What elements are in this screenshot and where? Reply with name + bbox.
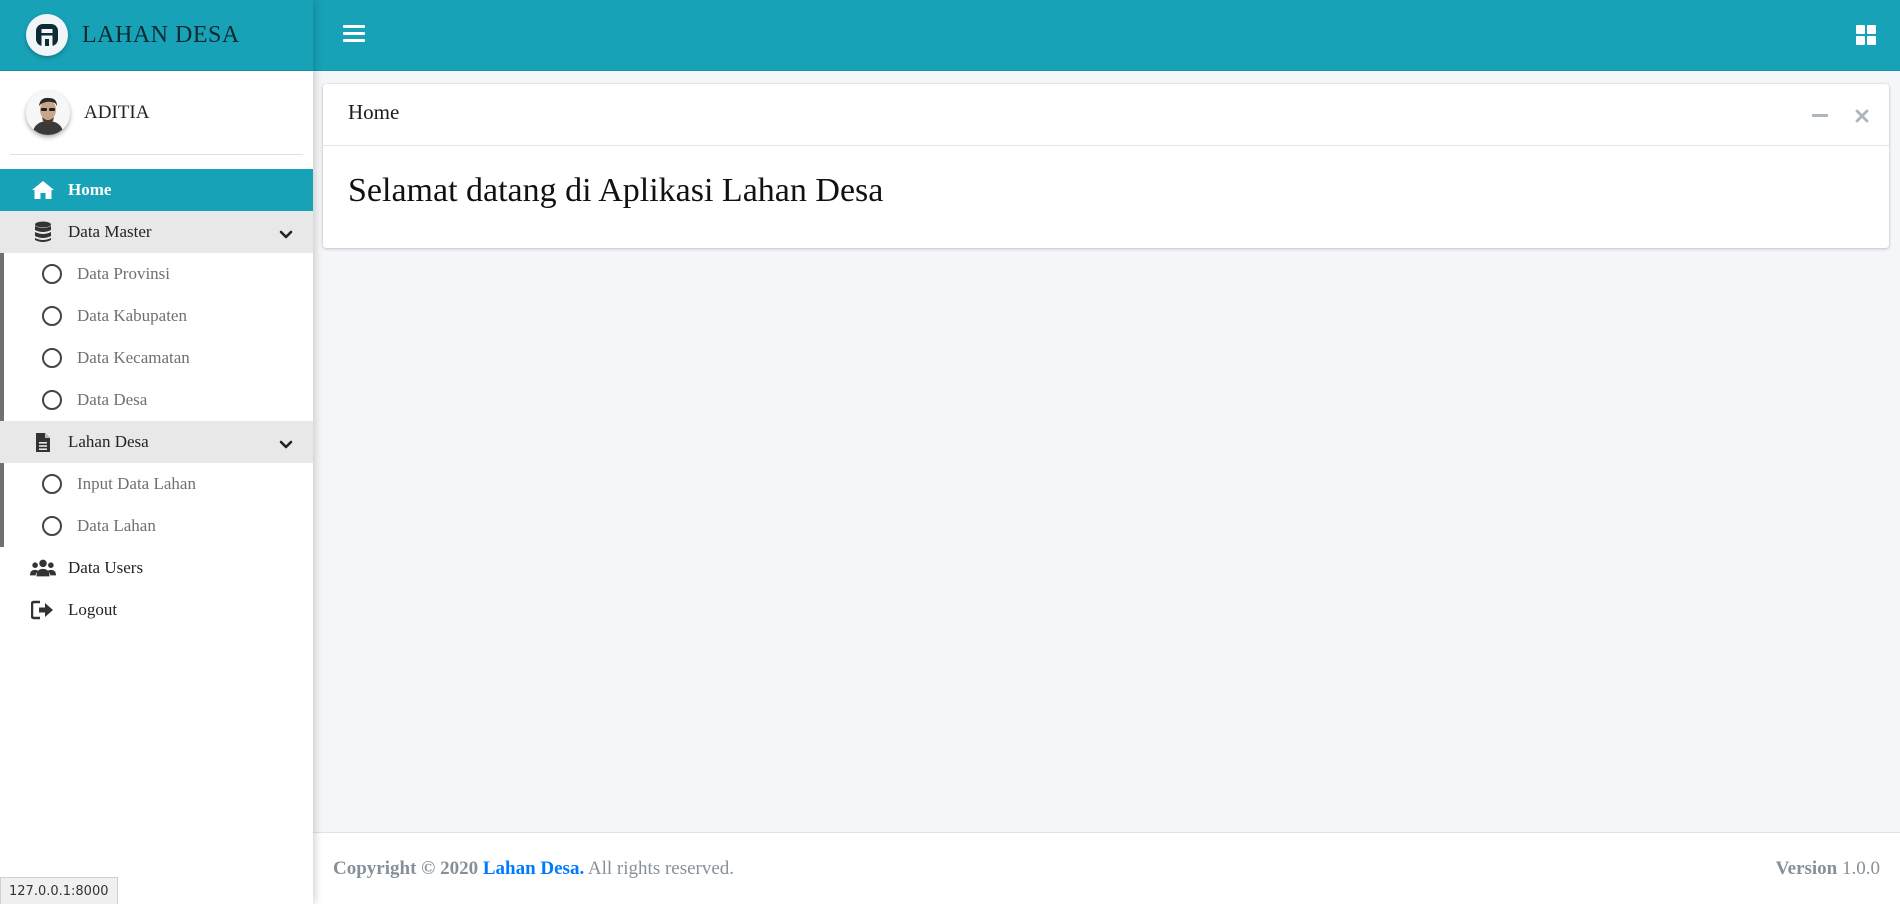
sidebar-item-data-desa[interactable]: Data Desa: [4, 379, 313, 421]
footer-copyright: Copyright © 2020 Lahan Desa. All rights …: [333, 858, 734, 880]
version-label: Version: [1775, 858, 1838, 879]
sidebar-item-label: Data Lahan: [77, 516, 156, 535]
footer-link[interactable]: Lahan Desa.: [483, 858, 584, 879]
copyright-text: Copyright © 2020: [333, 858, 479, 879]
sidebar-item-data-provinsi[interactable]: Data Provinsi: [4, 253, 313, 295]
sidebar-item-label: Data Desa: [77, 390, 148, 409]
home-icon: [30, 179, 56, 201]
sidebar-item-label: Data Kecamatan: [77, 348, 190, 367]
minus-icon[interactable]: [1809, 106, 1831, 126]
footer-suffix: All rights reserved.: [587, 858, 735, 879]
card-tools: [1789, 106, 1873, 126]
file-icon: [30, 431, 56, 453]
sidebar-item-label: Input Data Lahan: [77, 474, 196, 493]
chevron-down-icon: [279, 225, 293, 245]
version-value: 1.0.0: [1842, 858, 1880, 879]
sidebar-item-data-users[interactable]: Data Users: [0, 547, 313, 589]
welcome-heading: Selamat datang di Aplikasi Lahan Desa: [348, 172, 884, 209]
home-card: Home Selamat datang di Aplikasi Lahan De…: [323, 84, 1889, 248]
circle-icon: [42, 306, 62, 326]
sidebar-item-data-lahan[interactable]: Data Lahan: [4, 505, 313, 547]
avatar: [26, 90, 70, 135]
sidebar-item-logout[interactable]: Logout: [0, 589, 313, 631]
sidebar-item-data-master[interactable]: Data Master: [0, 211, 313, 253]
sidebar-item-lahan-desa[interactable]: Lahan Desa: [0, 421, 313, 463]
sidebar-nav: Home Data Master Data Provinsi Data Kabu…: [0, 169, 313, 631]
sidebar-item-label: Data Provinsi: [77, 264, 171, 283]
data-master-submenu: Data Provinsi Data Kabupaten Data Kecama…: [0, 253, 313, 421]
menu-toggle-icon[interactable]: [343, 25, 365, 45]
lahan-desa-submenu: Input Data Lahan Data Lahan: [0, 463, 313, 547]
brand-link[interactable]: LAHAN DESA: [0, 0, 313, 71]
brand-name: LAHAN DESA: [82, 21, 240, 48]
sidebar-item-label: Home: [68, 180, 112, 199]
sidebar-item-data-kecamatan[interactable]: Data Kecamatan: [4, 337, 313, 379]
logout-icon: [30, 599, 56, 621]
card-title: Home: [348, 100, 400, 124]
sidebar-item-label: Data Users: [68, 558, 144, 577]
user-panel[interactable]: ADITIA: [10, 71, 303, 155]
card-header: Home: [323, 84, 1889, 146]
sidebar-item-label: Lahan Desa: [68, 432, 149, 451]
footer: Copyright © 2020 Lahan Desa. All rights …: [313, 832, 1900, 904]
sidebar-item-label: Data Master: [68, 222, 152, 241]
sidebar-item-data-kabupaten[interactable]: Data Kabupaten: [4, 295, 313, 337]
sidebar-item-input-data-lahan[interactable]: Input Data Lahan: [4, 463, 313, 505]
database-icon: [30, 221, 56, 243]
circle-icon: [42, 348, 62, 368]
footer-version: Version 1.0.0: [1776, 858, 1880, 880]
circle-icon: [42, 390, 62, 410]
card-body: Selamat datang di Aplikasi Lahan Desa: [323, 146, 1889, 236]
user-name: ADITIA: [84, 101, 150, 123]
circle-icon: [42, 516, 62, 536]
sidebar-item-label: Logout: [68, 600, 118, 619]
circle-icon: [42, 264, 62, 284]
circle-icon: [42, 474, 62, 494]
sidebar: LAHAN DESA ADITIA Home Data Master Data …: [0, 0, 313, 904]
grid-icon[interactable]: [1856, 25, 1876, 45]
sidebar-item-home[interactable]: Home: [0, 169, 313, 211]
brand-logo: [26, 14, 68, 56]
top-navbar: [313, 0, 1900, 71]
browser-status-url: 127.0.0.1:8000: [0, 877, 118, 904]
users-icon: [30, 557, 56, 579]
chevron-down-icon: [279, 435, 293, 455]
close-icon[interactable]: [1851, 106, 1873, 126]
sidebar-item-label: Data Kabupaten: [77, 306, 187, 325]
